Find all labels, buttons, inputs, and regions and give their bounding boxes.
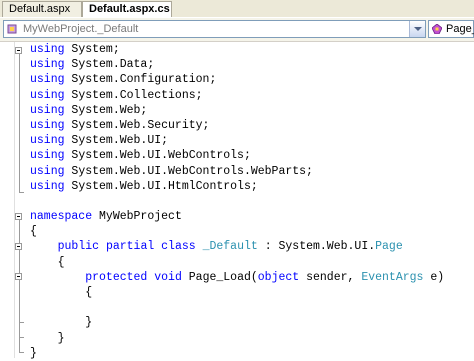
code-line[interactable]: using System.Web.UI.WebControls.WebParts… <box>30 164 444 179</box>
member-dropdown-value: Page_ <box>446 23 474 35</box>
collapse-class-icon[interactable] <box>15 243 22 250</box>
code-line[interactable]: using System.Web.UI.WebControls; <box>30 148 444 163</box>
code-token: sender, <box>299 270 362 284</box>
code-line[interactable]: } <box>30 346 444 361</box>
code-token: { <box>30 225 37 239</box>
method-icon <box>432 24 442 34</box>
keyword-token: using <box>30 88 65 102</box>
keyword-token: object <box>257 270 300 284</box>
code-line[interactable]: { <box>30 285 444 300</box>
tab-default-aspx[interactable]: Default.aspx <box>2 1 82 17</box>
code-line[interactable]: } <box>30 315 444 330</box>
keyword-token: using <box>30 149 65 163</box>
code-token: System.Web; <box>64 103 148 117</box>
code-token: MyWebProject <box>92 210 182 224</box>
code-line[interactable]: { <box>30 255 444 270</box>
class-icon <box>7 24 17 34</box>
tab-default-aspx-cs[interactable]: Default.aspx.cs <box>82 1 172 17</box>
code-line[interactable] <box>30 194 444 209</box>
keyword-token: class <box>161 240 196 254</box>
code-line[interactable]: { <box>30 224 444 239</box>
code-token: } <box>30 316 93 330</box>
type-token: _Default <box>202 240 258 254</box>
code-line[interactable]: } <box>30 331 444 346</box>
keyword-token: using <box>30 179 65 193</box>
code-line[interactable]: using System.Web.Security; <box>30 118 444 133</box>
chevron-down-icon[interactable] <box>409 21 425 37</box>
type-token: Page <box>375 240 403 254</box>
code-line[interactable]: protected void Page_Load(object sender, … <box>30 270 444 285</box>
keyword-token: using <box>30 43 65 56</box>
code-line[interactable]: using System; <box>30 42 444 57</box>
code-line[interactable]: using System.Web; <box>30 103 444 118</box>
code-token: System.Web.UI; <box>64 134 169 148</box>
outlining-margin <box>0 42 24 358</box>
code-token: System.Data; <box>64 58 155 72</box>
navigation-bar: MyWebProject._Default Page_ <box>0 18 474 42</box>
keyword-token: protected <box>85 270 148 284</box>
code-line[interactable]: using System.Web.UI.HtmlControls; <box>30 179 444 194</box>
type-token: EventArgs <box>361 270 424 284</box>
code-token: e) <box>423 270 445 284</box>
keyword-token: using <box>30 73 65 87</box>
code-token: { <box>30 255 65 269</box>
code-editor[interactable]: using System; using System.Data; using Sys… <box>0 42 474 361</box>
code-token: System; <box>64 43 120 56</box>
code-token: System.Web.UI.WebControls; <box>64 149 251 163</box>
class-dropdown[interactable]: MyWebProject._Default <box>3 20 426 38</box>
keyword-token: using <box>30 118 65 132</box>
code-token: System.Web.UI.HtmlControls; <box>64 179 258 193</box>
code-token: { <box>30 286 93 299</box>
member-dropdown[interactable]: Page_ <box>428 20 474 38</box>
document-tab-strip: Default.aspx Default.aspx.cs <box>0 0 474 18</box>
code-token: System.Web.Security; <box>64 118 210 132</box>
code-token: Page_Load( <box>181 270 258 284</box>
code-text[interactable]: using System; using System.Data; using Sys… <box>30 42 444 361</box>
code-line[interactable]: using System.Web.UI; <box>30 133 444 148</box>
code-line[interactable]: namespace MyWebProject <box>30 209 444 224</box>
code-token: } <box>30 331 65 345</box>
keyword-token: void <box>154 270 182 284</box>
keyword-token: using <box>30 164 65 178</box>
outline-end-tick <box>19 352 24 353</box>
code-line[interactable]: using System.Data; <box>30 57 444 72</box>
collapse-usings-icon[interactable] <box>15 47 22 54</box>
keyword-token: using <box>30 58 65 72</box>
code-line[interactable]: using System.Configuration; <box>30 72 444 87</box>
code-line[interactable]: public partial class _Default : System.W… <box>30 239 444 254</box>
keyword-token: public <box>57 240 100 254</box>
outline-end-tick <box>19 192 24 193</box>
outline-line <box>19 220 28 352</box>
code-line[interactable] <box>30 300 444 315</box>
outline-line <box>19 54 28 192</box>
code-token: System.Collections; <box>64 88 203 102</box>
keyword-token: partial <box>105 240 155 254</box>
keyword-token: using <box>30 134 65 148</box>
code-line[interactable]: using System.Collections; <box>30 88 444 103</box>
outline-end-tick <box>19 322 24 323</box>
class-dropdown-value: MyWebProject._Default <box>23 23 139 35</box>
keyword-token: namespace <box>30 210 93 224</box>
code-token: System.Web.UI.WebControls.WebParts; <box>64 164 313 178</box>
outline-end-tick <box>19 337 24 338</box>
collapse-namespace-icon[interactable] <box>15 213 22 220</box>
code-token: : System.Web.UI. <box>257 240 376 254</box>
code-token: System.Configuration; <box>64 73 217 87</box>
keyword-token: using <box>30 103 65 117</box>
collapse-method-icon[interactable] <box>15 273 22 280</box>
